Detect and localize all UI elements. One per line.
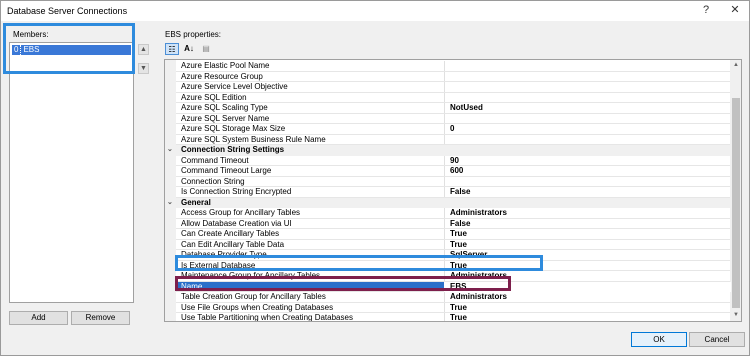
column-divider[interactable] — [444, 134, 445, 144]
annotation-highlight-members — [3, 23, 135, 74]
property-row[interactable]: Azure SQL Edition — [176, 92, 730, 103]
column-divider[interactable] — [444, 187, 445, 197]
move-down-button[interactable]: ▼ — [138, 63, 149, 74]
column-divider[interactable] — [444, 218, 445, 228]
property-value[interactable]: Administrators — [450, 208, 507, 218]
property-value[interactable]: True — [450, 240, 467, 250]
column-divider[interactable] — [444, 103, 445, 113]
property-row[interactable]: Azure SQL Scaling Type NotUsed — [176, 103, 730, 114]
property-name: Azure SQL Server Name — [181, 113, 270, 123]
column-divider[interactable] — [444, 176, 445, 186]
column-divider[interactable] — [444, 208, 445, 218]
column-divider[interactable] — [444, 82, 445, 92]
category-name: General — [181, 197, 211, 207]
property-name: Use Table Partitioning when Creating Dat… — [181, 313, 353, 322]
column-divider[interactable] — [444, 229, 445, 239]
property-row[interactable]: Command Timeout Large 600 — [176, 166, 730, 177]
property-value[interactable]: False — [450, 187, 470, 197]
property-name: Allow Database Creation via UI — [181, 218, 292, 228]
property-row[interactable]: Allow Database Creation via UI False — [176, 218, 730, 229]
property-value[interactable]: 0 — [450, 124, 454, 134]
annotation-highlight-name — [175, 276, 511, 291]
property-row[interactable]: Azure SQL System Business Rule Name — [176, 134, 730, 145]
remove-button[interactable]: Remove — [71, 311, 130, 325]
column-divider[interactable] — [444, 239, 445, 249]
property-name: Table Creation Group for Ancillary Table… — [181, 292, 326, 301]
property-name: Azure SQL Edition — [181, 92, 247, 102]
move-up-button[interactable]: ▲ — [138, 44, 149, 55]
property-name: Azure Resource Group — [181, 71, 263, 81]
categorized-icon[interactable]: ☷ — [165, 43, 179, 55]
property-row[interactable]: Azure Elastic Pool Name — [176, 61, 730, 72]
property-value[interactable]: False — [450, 219, 470, 229]
property-row[interactable]: Use File Groups when Creating Databases T… — [176, 302, 730, 313]
property-name: Azure SQL Storage Max Size — [181, 124, 286, 133]
property-value[interactable]: Administrators — [450, 292, 507, 302]
column-divider[interactable] — [444, 155, 445, 165]
property-name: Can Edit Ancillary Table Data — [181, 239, 285, 249]
sort-az-icon[interactable]: A↓ — [182, 43, 196, 55]
cancel-button[interactable]: Cancel — [689, 332, 745, 347]
title-bar: Database Server Connections ? ✕ — [1, 1, 749, 21]
property-name: Is Connection String Encrypted — [181, 187, 292, 196]
dialog-window: Database Server Connections ? ✕ Members:… — [0, 0, 750, 356]
members-list[interactable]: 0 EBS — [9, 42, 134, 303]
property-value[interactable]: NotUsed — [450, 103, 483, 113]
property-name: Azure SQL Scaling Type — [181, 103, 268, 112]
property-row[interactable]: Command Timeout 90 — [176, 155, 730, 166]
column-divider[interactable] — [444, 92, 445, 102]
column-divider[interactable] — [444, 313, 445, 321]
ok-button[interactable]: OK — [631, 332, 687, 347]
property-row[interactable]: Access Group for Ancillary Tables Adminis… — [176, 208, 730, 219]
property-name: Command Timeout — [181, 155, 249, 165]
property-row[interactable]: Can Edit Ancillary Table Data True — [176, 239, 730, 250]
scroll-up-icon[interactable]: ▲ — [730, 60, 741, 71]
category-name: Connection String Settings — [181, 145, 285, 154]
scroll-down-icon[interactable]: ▼ — [730, 310, 741, 321]
column-divider[interactable] — [444, 71, 445, 81]
property-value[interactable]: True — [450, 313, 467, 321]
annotation-highlight-external-db — [175, 255, 543, 271]
column-divider[interactable] — [444, 113, 445, 123]
property-name: Azure SQL System Business Rule Name — [181, 134, 326, 144]
property-name: Connection String — [181, 176, 245, 186]
property-row[interactable]: Azure SQL Server Name — [176, 113, 730, 124]
property-value[interactable]: True — [450, 303, 467, 313]
property-name: Azure Elastic Pool Name — [181, 61, 270, 70]
scroll-thumb[interactable] — [732, 98, 740, 308]
close-button[interactable]: ✕ — [727, 3, 743, 18]
category-row[interactable]: ⌄ General — [165, 197, 730, 208]
property-row[interactable]: Azure Service Level Objective — [176, 82, 730, 93]
help-button[interactable]: ? — [698, 3, 714, 18]
property-row[interactable]: Table Creation Group for Ancillary Table… — [176, 292, 730, 303]
property-row[interactable]: Azure Resource Group — [176, 71, 730, 82]
property-value[interactable]: True — [450, 229, 467, 239]
collapse-chevron-icon[interactable]: ⌄ — [167, 198, 173, 208]
property-name: Azure Service Level Objective — [181, 82, 288, 91]
property-name: Access Group for Ancillary Tables — [181, 208, 301, 217]
column-divider[interactable] — [444, 124, 445, 134]
add-button[interactable]: Add — [9, 311, 68, 325]
property-name: Command Timeout Large — [181, 166, 272, 175]
properties-label: EBS properties: — [165, 30, 222, 39]
property-name: Use File Groups when Creating Databases — [181, 302, 334, 312]
column-divider[interactable] — [444, 61, 445, 71]
column-divider[interactable] — [444, 302, 445, 312]
property-row[interactable]: Use Table Partitioning when Creating Dat… — [176, 313, 730, 322]
property-row[interactable]: Is Connection String Encrypted False — [176, 187, 730, 198]
property-name: Can Create Ancillary Tables — [181, 229, 280, 238]
property-row[interactable]: Azure SQL Storage Max Size 0 — [176, 124, 730, 135]
collapse-chevron-icon[interactable]: ⌄ — [167, 145, 173, 155]
column-divider[interactable] — [444, 166, 445, 176]
vertical-scrollbar[interactable]: ▲ ▼ — [730, 60, 741, 321]
property-value[interactable]: 90 — [450, 156, 459, 166]
window-title: Database Server Connections — [7, 6, 128, 16]
property-row[interactable]: Connection String — [176, 176, 730, 187]
property-pages-icon[interactable]: ▤ — [199, 43, 213, 55]
column-divider[interactable] — [444, 292, 445, 302]
property-row[interactable]: Can Create Ancillary Tables True — [176, 229, 730, 240]
category-row[interactable]: ⌄ Connection String Settings — [165, 145, 730, 156]
property-value[interactable]: 600 — [450, 166, 463, 176]
